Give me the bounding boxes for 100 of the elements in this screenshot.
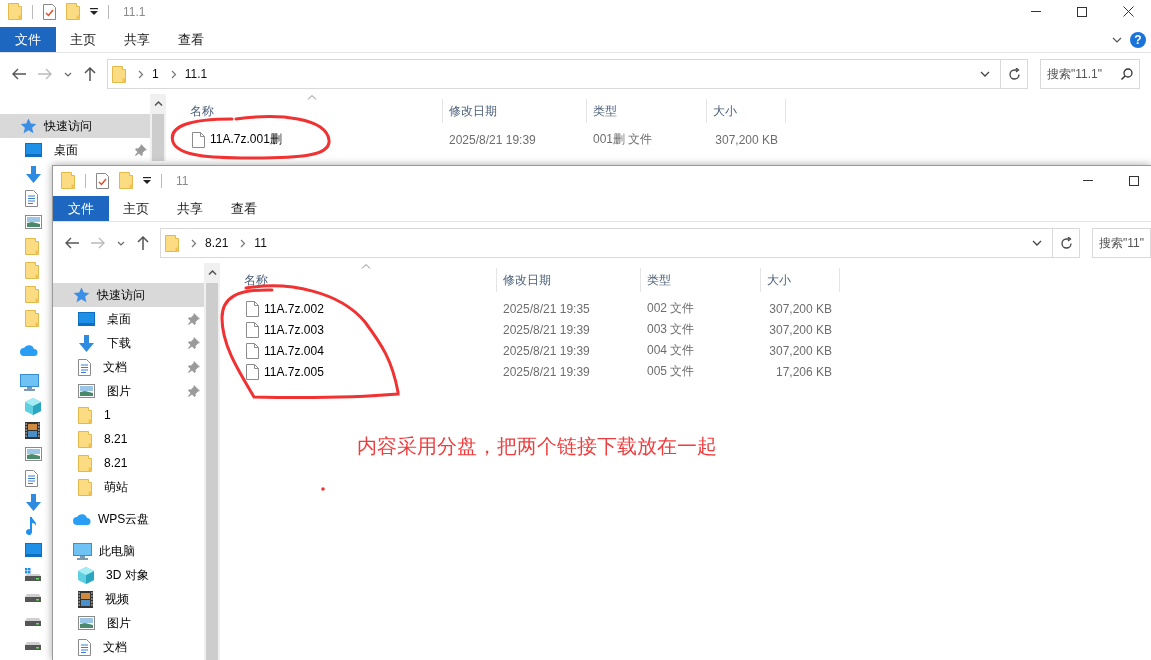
dropdown-chevron-icon[interactable] <box>980 71 990 77</box>
search-field[interactable]: 搜索"11.1" <box>1040 59 1140 89</box>
help-button[interactable]: ? <box>1130 31 1146 48</box>
maximize-icon[interactable] <box>1077 6 1087 17</box>
nav-item[interactable]: 此电脑 <box>53 539 138 563</box>
file-name[interactable]: 11A.7z.005 <box>264 364 324 379</box>
nav-item[interactable]: 图片 <box>53 611 134 635</box>
maximize-icon[interactable] <box>1129 175 1139 186</box>
dropdown-icon[interactable] <box>90 8 98 15</box>
column-header[interactable]: 名称 <box>166 99 442 123</box>
film-icon <box>25 421 40 439</box>
nav-item[interactable]: WPS云盘 <box>53 507 153 531</box>
star-icon <box>20 118 37 134</box>
file-size: 307,200 KB <box>715 132 778 147</box>
nav-item[interactable]: 3D 对象 <box>53 563 152 587</box>
pin-icon[interactable] <box>188 313 200 325</box>
column-header[interactable]: 大小 <box>760 268 840 292</box>
scroll-up-icon[interactable] <box>153 100 163 106</box>
ribbon-tab[interactable]: 查看 <box>217 196 271 221</box>
nav-item[interactable]: 1 <box>53 403 114 427</box>
pin-icon[interactable] <box>188 385 200 397</box>
nav-item[interactable]: 文档 <box>53 635 130 659</box>
scrollbar[interactable] <box>204 263 220 660</box>
file-size: 307,200 KB <box>769 343 832 358</box>
folder-icon <box>25 237 39 255</box>
cloud-icon <box>73 513 91 525</box>
ribbon-tab[interactable]: 共享 <box>163 196 217 221</box>
address-bar[interactable]: 8.21 11 <box>160 228 1052 258</box>
file-menu-tab[interactable]: 文件 <box>53 196 109 221</box>
back-arrow-icon[interactable] <box>65 237 79 249</box>
file-name[interactable]: 11A.7z.001删 <box>210 131 282 148</box>
file-type: 005 文件 <box>647 364 695 378</box>
file-name[interactable]: 11A.7z.003 <box>264 322 324 337</box>
dropdown-icon[interactable] <box>143 177 151 184</box>
film-icon <box>78 590 93 608</box>
scroll-up-icon[interactable] <box>207 269 217 275</box>
address-bar[interactable]: 1 11.1 <box>107 59 1000 89</box>
nav-item[interactable]: 图片 <box>53 379 204 403</box>
checklist-icon[interactable] <box>43 3 56 20</box>
ribbon-tab[interactable]: 查看 <box>164 27 218 52</box>
nav-item[interactable]: 快速访问 <box>0 114 150 138</box>
pin-icon[interactable] <box>135 144 147 156</box>
ribbon-tab[interactable]: 共享 <box>110 27 164 52</box>
breadcrumb-item[interactable]: 1 <box>152 67 159 81</box>
cube-icon <box>78 566 94 584</box>
ribbon-tab[interactable]: 主页 <box>56 27 110 52</box>
monitor-icon <box>25 543 42 557</box>
column-header[interactable]: 名称 <box>220 268 496 292</box>
nav-item[interactable]: 桌面 <box>53 307 204 331</box>
column-header[interactable]: 类型 <box>586 99 706 123</box>
search-field[interactable]: 搜索"11" <box>1092 228 1151 258</box>
window-title: 11.1 <box>123 4 146 19</box>
ribbon-tab[interactable]: 主页 <box>109 196 163 221</box>
file-name[interactable]: 11A.7z.002 <box>264 301 324 316</box>
nav-item[interactable]: 8.21 <box>53 427 131 451</box>
folder-icon <box>165 234 179 252</box>
breadcrumb-item[interactable]: 11 <box>254 236 267 250</box>
sort-caret-icon <box>361 263 371 269</box>
nav-item[interactable]: 快速访问 <box>53 283 204 307</box>
search-icon[interactable] <box>1121 68 1133 80</box>
modified-date: 2025/8/21 19:39 <box>449 132 536 147</box>
up-arrow-icon[interactable] <box>137 236 149 250</box>
refresh-button[interactable] <box>1000 59 1028 89</box>
checklist-icon[interactable] <box>96 172 109 189</box>
nav-item[interactable]: 萌站 <box>53 475 131 499</box>
file-size: 307,200 KB <box>769 322 832 337</box>
scrollbar[interactable] <box>150 94 166 161</box>
back-arrow-icon[interactable] <box>12 68 26 80</box>
computer-icon <box>20 373 39 391</box>
column-header[interactable]: 修改日期 <box>442 99 586 123</box>
column-header[interactable]: 修改日期 <box>496 268 640 292</box>
folder-icon <box>78 430 92 448</box>
document-icon <box>25 469 38 487</box>
refresh-button[interactable] <box>1052 228 1080 258</box>
breadcrumb-item[interactable]: 8.21 <box>205 236 229 250</box>
search-placeholder: 搜索"11.1" <box>1047 65 1102 83</box>
nav-item[interactable]: 文档 <box>53 355 204 379</box>
expand-chevron-icon[interactable] <box>1112 36 1122 43</box>
column-header[interactable]: 类型 <box>640 268 760 292</box>
column-header[interactable]: 大小 <box>706 99 786 123</box>
up-arrow-icon[interactable] <box>84 67 96 81</box>
recent-chevron-icon[interactable] <box>117 240 125 246</box>
breadcrumb-item[interactable]: 11.1 <box>184 67 208 81</box>
file-name[interactable]: 11A.7z.004 <box>264 343 324 358</box>
recent-chevron-icon[interactable] <box>64 71 72 77</box>
nav-item[interactable]: 桌面 <box>0 138 150 162</box>
folder-icon <box>119 172 133 189</box>
nav-item[interactable]: 下载 <box>53 331 204 355</box>
folder-icon <box>61 172 75 189</box>
breadcrumb-chevron-icon <box>138 69 144 79</box>
file-menu-tab[interactable]: 文件 <box>0 27 56 52</box>
dropdown-chevron-icon[interactable] <box>1032 240 1042 246</box>
pin-icon[interactable] <box>188 361 200 373</box>
modified-date: 2025/8/21 19:39 <box>503 343 590 358</box>
close-icon[interactable] <box>1122 6 1134 17</box>
document-icon <box>78 638 91 656</box>
file-type: 002 文件 <box>647 301 695 315</box>
nav-item[interactable]: 8.21 <box>53 451 131 475</box>
nav-item[interactable]: 视频 <box>53 587 132 611</box>
pin-icon[interactable] <box>188 337 200 349</box>
